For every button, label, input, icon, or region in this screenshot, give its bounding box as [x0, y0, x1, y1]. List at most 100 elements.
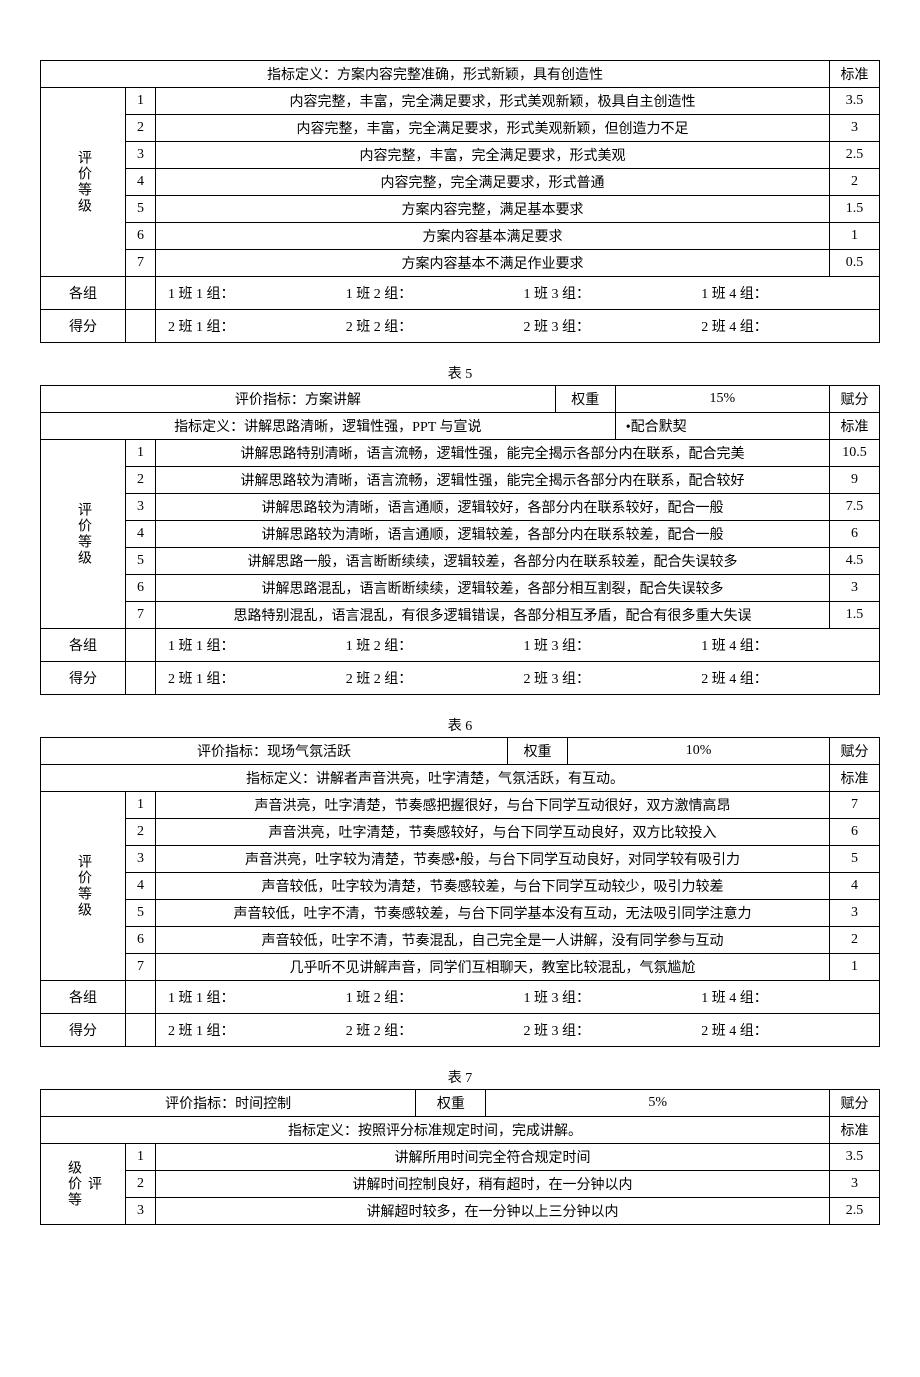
group-cell: 2 班 4 组：: [695, 313, 873, 339]
empty-cell: [126, 981, 156, 1014]
group-cell: 1 班 2 组：: [340, 632, 518, 658]
group-cell: 1 班 4 组：: [695, 632, 873, 658]
level-num: 5: [126, 900, 156, 927]
group-cell: 2 班 1 组：: [162, 1017, 340, 1043]
level-desc: 讲解思路较为清晰，语言通顺，逻辑较好，各部分内在联系较好，配合一般: [156, 494, 830, 521]
group-row: 1 班 1 组： 1 班 2 组： 1 班 3 组： 1 班 4 组：: [156, 277, 880, 310]
definition-row: 指标定义：方案内容完整准确，形式新颖，具有创造性: [41, 61, 830, 88]
grades-label-short: 评级价等: [41, 1144, 126, 1225]
level-desc: 声音洪亮，吐字清楚，节奏感较好，与台下同学互动良好，双方比较投入: [156, 819, 830, 846]
level-score: 2.5: [830, 1198, 880, 1225]
definition-row: 指标定义：讲解者声音洪亮，吐字清楚，气氛活跃，有互动。: [41, 765, 830, 792]
level-score: 6: [830, 819, 880, 846]
level-num: 1: [126, 440, 156, 467]
level-desc: 讲解思路混乱，语言断断续续，逻辑较差，各部分相互割裂，配合失误较多: [156, 575, 830, 602]
level-score: 10.5: [830, 440, 880, 467]
level-num: 7: [126, 250, 156, 277]
level-score: 0.5: [830, 250, 880, 277]
group-cell: 1 班 3 组：: [518, 280, 696, 306]
level-num: 7: [126, 602, 156, 629]
level-num: 3: [126, 494, 156, 521]
weight-label: 权重: [508, 738, 568, 765]
weight-value: 5%: [486, 1090, 830, 1117]
level-num: 2: [126, 819, 156, 846]
group-scores-l1: 各组: [41, 981, 126, 1014]
score-header: 赋分: [830, 386, 880, 413]
empty-cell: [126, 662, 156, 695]
grades-label: 评价等级: [41, 440, 126, 629]
level-desc: 内容完整，丰富，完全满足要求，形式美观: [156, 142, 830, 169]
level-desc: 内容完整，丰富，完全满足要求，形式美观新颖，但创造力不足: [156, 115, 830, 142]
level-score: 3: [830, 115, 880, 142]
group-scores-l2: 得分: [41, 310, 126, 343]
score-header: 赋分: [830, 1090, 880, 1117]
level-num: 1: [126, 1144, 156, 1171]
group-cell: 1 班 3 组：: [518, 984, 696, 1010]
level-score: 3: [830, 900, 880, 927]
level-desc: 声音较低，吐字不清，节奏感较差，与台下同学基本没有互动，无法吸引同学注意力: [156, 900, 830, 927]
weight-label: 权重: [555, 386, 615, 413]
level-desc: 方案内容完整，满足基本要求: [156, 196, 830, 223]
table-caption-6: 表 6: [40, 715, 880, 735]
grades-label: 评价等级: [41, 88, 126, 277]
group-row: 2 班 1 组： 2 班 2 组： 2 班 3 组： 2 班 4 组：: [156, 1014, 880, 1047]
level-desc: 几乎听不见讲解声音，同学们互相聊天，教室比较混乱，气氛尴尬: [156, 954, 830, 981]
group-cell: 2 班 3 组：: [518, 1017, 696, 1043]
level-desc: 声音洪亮，吐字清楚，节奏感把握很好，与台下同学互动很好，双方激情高昂: [156, 792, 830, 819]
group-cell: 2 班 2 组：: [340, 665, 518, 691]
group-cell: 2 班 3 组：: [518, 313, 696, 339]
level-score: 1: [830, 223, 880, 250]
level-desc: 讲解时间控制良好，稍有超时，在一分钟以内: [156, 1171, 830, 1198]
table-caption-7: 表 7: [40, 1067, 880, 1087]
group-row: 2 班 1 组： 2 班 2 组： 2 班 3 组： 2 班 4 组：: [156, 662, 880, 695]
level-desc: 思路特别混乱，语言混乱，有很多逻辑错误，各部分相互矛盾，配合有很多重大失误: [156, 602, 830, 629]
level-num: 3: [126, 846, 156, 873]
level-desc: 讲解思路特别清晰，语言流畅，逻辑性强，能完全揭示各部分内在联系，配合完美: [156, 440, 830, 467]
group-cell: 1 班 2 组：: [340, 280, 518, 306]
level-score: 1: [830, 954, 880, 981]
weight-value: 10%: [568, 738, 830, 765]
level-score: 1.5: [830, 602, 880, 629]
rubric-table-6: 评价指标：现场气氛活跃 权重 10% 赋分 指标定义：讲解者声音洪亮，吐字清楚，…: [40, 737, 880, 1047]
level-score: 2.5: [830, 142, 880, 169]
standard-header: 标准: [830, 61, 880, 88]
standard-header: 标准: [830, 1117, 880, 1144]
weight-value: 15%: [615, 386, 829, 413]
level-desc: 声音较低，吐字不清，节奏混乱，自己完全是一人讲解，没有同学参与互动: [156, 927, 830, 954]
empty-cell: [126, 1014, 156, 1047]
level-num: 3: [126, 142, 156, 169]
group-cell: 2 班 2 组：: [340, 1017, 518, 1043]
level-desc: 声音较低，吐字较为清楚，节奏感较差，与台下同学互动较少，吸引力较差: [156, 873, 830, 900]
definition-left: 指标定义：讲解思路清晰，逻辑性强，PPT 与宣说: [41, 413, 616, 440]
level-score: 3.5: [830, 88, 880, 115]
group-scores-l2: 得分: [41, 662, 126, 695]
group-cell: 1 班 4 组：: [695, 280, 873, 306]
empty-cell: [126, 310, 156, 343]
level-score: 1.5: [830, 196, 880, 223]
group-cell: 1 班 1 组：: [162, 280, 340, 306]
group-cell: 2 班 3 组：: [518, 665, 696, 691]
indicator-cell: 评价指标：现场气氛活跃: [41, 738, 508, 765]
group-cell: 1 班 1 组：: [162, 632, 340, 658]
definition-right: •配合默契: [615, 413, 829, 440]
level-score: 5: [830, 846, 880, 873]
indicator-cell: 评价指标：方案讲解: [41, 386, 556, 413]
level-num: 2: [126, 467, 156, 494]
score-header: 赋分: [830, 738, 880, 765]
group-cell: 1 班 1 组：: [162, 984, 340, 1010]
level-score: 4: [830, 873, 880, 900]
group-row: 2 班 1 组： 2 班 2 组： 2 班 3 组： 2 班 4 组：: [156, 310, 880, 343]
rubric-table-7: 评价指标：时间控制 权重 5% 赋分 指标定义：按照评分标准规定时间，完成讲解。…: [40, 1089, 880, 1225]
group-cell: 2 班 4 组：: [695, 665, 873, 691]
definition-row: 指标定义：按照评分标准规定时间，完成讲解。: [41, 1117, 830, 1144]
group-scores-l1: 各组: [41, 277, 126, 310]
indicator-cell: 评价指标：时间控制: [41, 1090, 416, 1117]
level-num: 4: [126, 169, 156, 196]
level-desc: 讲解思路较为清晰，语言通顺，逻辑较差，各部分内在联系较差，配合一般: [156, 521, 830, 548]
level-desc: 方案内容基本不满足作业要求: [156, 250, 830, 277]
level-num: 4: [126, 873, 156, 900]
group-cell: 1 班 3 组：: [518, 632, 696, 658]
level-num: 6: [126, 575, 156, 602]
group-scores-l1: 各组: [41, 629, 126, 662]
grades-label: 评价等级: [41, 792, 126, 981]
